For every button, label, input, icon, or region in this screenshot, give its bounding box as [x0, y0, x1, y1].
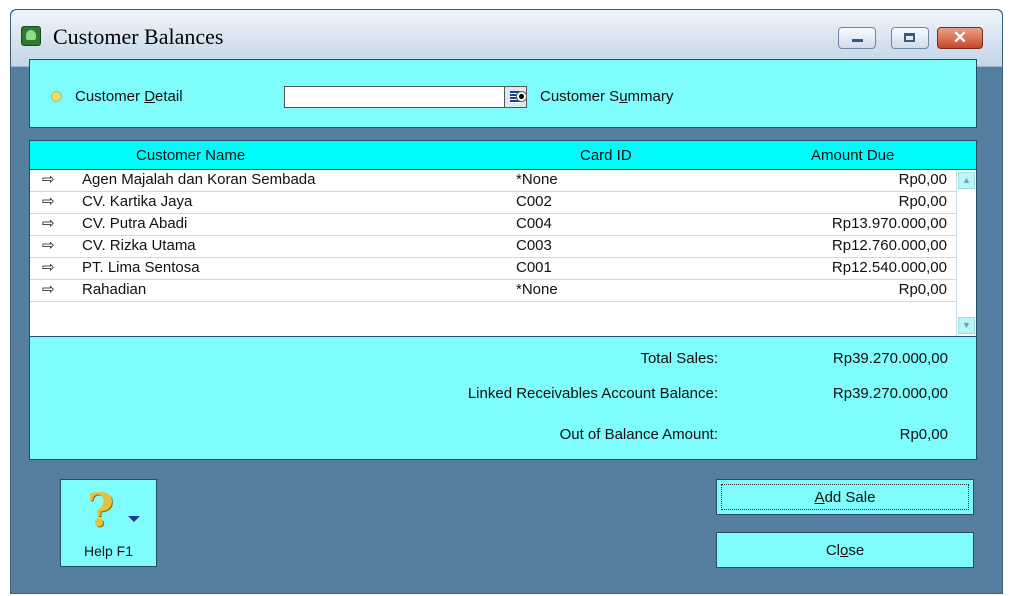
- add-sale-button[interactable]: Add Sale: [716, 479, 974, 515]
- amount-due: Rp0,00: [898, 171, 947, 188]
- right-arrow-icon[interactable]: ⇨: [42, 192, 55, 212]
- customer-detail-option[interactable]: Customer Detail: [51, 86, 183, 106]
- customer-select[interactable]: [284, 86, 527, 108]
- column-header-amount-due[interactable]: Amount Due: [811, 147, 894, 164]
- customer-name: CV. Putra Abadi: [82, 215, 188, 232]
- customer-name: CV. Rizka Utama: [82, 237, 196, 254]
- vertical-scrollbar[interactable]: ▲ ▼: [956, 170, 976, 336]
- chevron-down-icon: [128, 516, 140, 522]
- customer-detail-radio[interactable]: [51, 90, 62, 102]
- amount-due: Rp13.970.000,00: [831, 215, 947, 232]
- totals-panel: Total Sales: Rp39.270.000,00 Linked Rece…: [29, 336, 977, 460]
- close-icon: ✕: [952, 28, 968, 47]
- card-id: *None: [516, 281, 558, 298]
- right-arrow-icon[interactable]: ⇨: [42, 258, 55, 278]
- close-button[interactable]: Cl o se: [716, 532, 974, 568]
- table-row[interactable]: ⇨ Rahadian *None Rp0,00: [30, 280, 957, 302]
- customer-name: PT. Lima Sentosa: [82, 259, 200, 276]
- amount-due: Rp12.760.000,00: [831, 237, 947, 254]
- customer-name: Rahadian: [82, 281, 147, 298]
- right-arrow-icon[interactable]: ⇨: [42, 280, 55, 300]
- list-rows: ⇨ Agen Majalah dan Koran Sembada *None R…: [30, 170, 957, 302]
- customer-summary-radio[interactable]: [516, 90, 527, 102]
- customer-list: Customer Name Card ID Amount Due ⇨ Agen …: [29, 140, 977, 337]
- help-label: Help F1: [83, 543, 134, 559]
- close-window-button[interactable]: ✕: [937, 27, 983, 49]
- list-header: Customer Name Card ID Amount Due: [30, 141, 976, 170]
- card-id: C002: [516, 193, 552, 210]
- customer-summary-label: Customer Summary: [540, 87, 674, 105]
- amount-due: Rp0,00: [898, 193, 947, 210]
- card-id: C001: [516, 259, 552, 276]
- options-panel: Customer Detail Customer Summary: [29, 59, 977, 128]
- linked-balance-label: Linked Receivables Account Balance:: [467, 385, 718, 402]
- table-row[interactable]: ⇨ PT. Lima Sentosa C001 Rp12.540.000,00: [30, 258, 957, 280]
- right-arrow-icon[interactable]: ⇨: [42, 170, 55, 190]
- table-row[interactable]: ⇨ Agen Majalah dan Koran Sembada *None R…: [30, 170, 957, 192]
- right-arrow-icon[interactable]: ⇨: [42, 236, 55, 256]
- customer-name: Agen Majalah dan Koran Sembada: [82, 171, 316, 188]
- column-header-card-id[interactable]: Card ID: [580, 147, 632, 164]
- right-arrow-icon[interactable]: ⇨: [42, 214, 55, 234]
- total-sales-label: Total Sales:: [640, 350, 718, 367]
- amount-due: Rp0,00: [898, 281, 947, 298]
- total-sales-value: Rp39.270.000,00: [832, 350, 948, 367]
- scroll-down-icon[interactable]: ▼: [958, 317, 975, 334]
- card-id: *None: [516, 171, 558, 188]
- maximize-button[interactable]: [891, 27, 929, 49]
- window-title: Customer Balances: [53, 24, 224, 49]
- table-row[interactable]: ⇨ CV. Rizka Utama C003 Rp12.760.000,00: [30, 236, 957, 258]
- app-icon: [21, 26, 41, 46]
- customer-summary-option[interactable]: Customer Summary: [516, 86, 673, 106]
- scroll-up-icon[interactable]: ▲: [958, 172, 975, 189]
- card-id: C003: [516, 237, 552, 254]
- question-mark-icon: ?: [87, 483, 114, 537]
- table-row[interactable]: ⇨ CV. Putra Abadi C004 Rp13.970.000,00: [30, 214, 957, 236]
- linked-balance-value: Rp39.270.000,00: [832, 385, 948, 402]
- card-id: C004: [516, 215, 552, 232]
- minimize-button[interactable]: [838, 27, 876, 49]
- amount-due: Rp12.540.000,00: [831, 259, 947, 276]
- out-of-balance-value: Rp0,00: [899, 426, 948, 443]
- help-button[interactable]: ? Help F1: [60, 479, 157, 567]
- table-row[interactable]: ⇨ CV. Kartika Jaya C002 Rp0,00: [30, 192, 957, 214]
- column-header-customer-name[interactable]: Customer Name: [136, 147, 245, 164]
- customer-name: CV. Kartika Jaya: [82, 193, 193, 210]
- out-of-balance-label: Out of Balance Amount:: [559, 426, 718, 443]
- customer-detail-label: Customer Detail: [75, 87, 183, 105]
